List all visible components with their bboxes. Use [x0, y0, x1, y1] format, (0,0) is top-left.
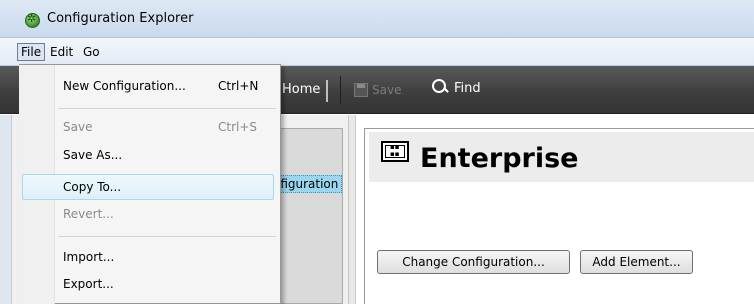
menu-item-revert[interactable]: Revert...: [63, 205, 114, 223]
change-configuration-button[interactable]: Change Configuration...: [377, 250, 570, 274]
menu-item-export[interactable]: Export...: [63, 275, 114, 293]
enterprise-icon: [381, 141, 409, 162]
menu-item-new-configuration[interactable]: New Configuration...: [63, 77, 186, 95]
menu-item-save-as[interactable]: Save As...: [63, 146, 122, 164]
search-icon: [432, 79, 448, 95]
title-bar: Configuration Explorer: [0, 0, 754, 38]
menu-file[interactable]: File: [17, 43, 46, 61]
menu-separator: [58, 108, 276, 109]
shortcut-new-configuration: Ctrl+N: [218, 79, 259, 93]
menu-edit[interactable]: Edit: [47, 45, 76, 61]
menu-bar: File Edit Go: [0, 38, 754, 66]
page-title: Enterprise: [420, 143, 579, 174]
pane-splitter[interactable]: [348, 115, 356, 304]
find-label: Find: [454, 81, 481, 96]
tree-panel[interactable]: [278, 128, 343, 304]
floppy-icon: [354, 83, 368, 97]
tree-item-label: Configuration: [280, 177, 339, 191]
find-button[interactable]: Find: [432, 79, 481, 99]
save-button[interactable]: Save: [354, 81, 401, 99]
app-icon: [25, 12, 40, 28]
tree-item-selected[interactable]: Configuration: [280, 175, 342, 193]
menu-item-save[interactable]: Save: [63, 118, 92, 136]
menu-item-import[interactable]: Import...: [63, 248, 114, 266]
add-element-button[interactable]: Add Element...: [580, 250, 693, 274]
toolbar-separator: [340, 76, 341, 104]
window-title: Configuration Explorer: [47, 11, 194, 26]
menu-item-copy-to[interactable]: Copy To...: [63, 178, 121, 196]
menu-highlight: [22, 174, 274, 200]
shortcut-save: Ctrl+S: [218, 120, 258, 134]
menu-go[interactable]: Go: [80, 45, 103, 61]
home-button[interactable]: Home: [282, 80, 329, 102]
menu-separator: [58, 236, 276, 237]
left-strip: [0, 115, 12, 304]
save-label: Save: [372, 83, 402, 97]
